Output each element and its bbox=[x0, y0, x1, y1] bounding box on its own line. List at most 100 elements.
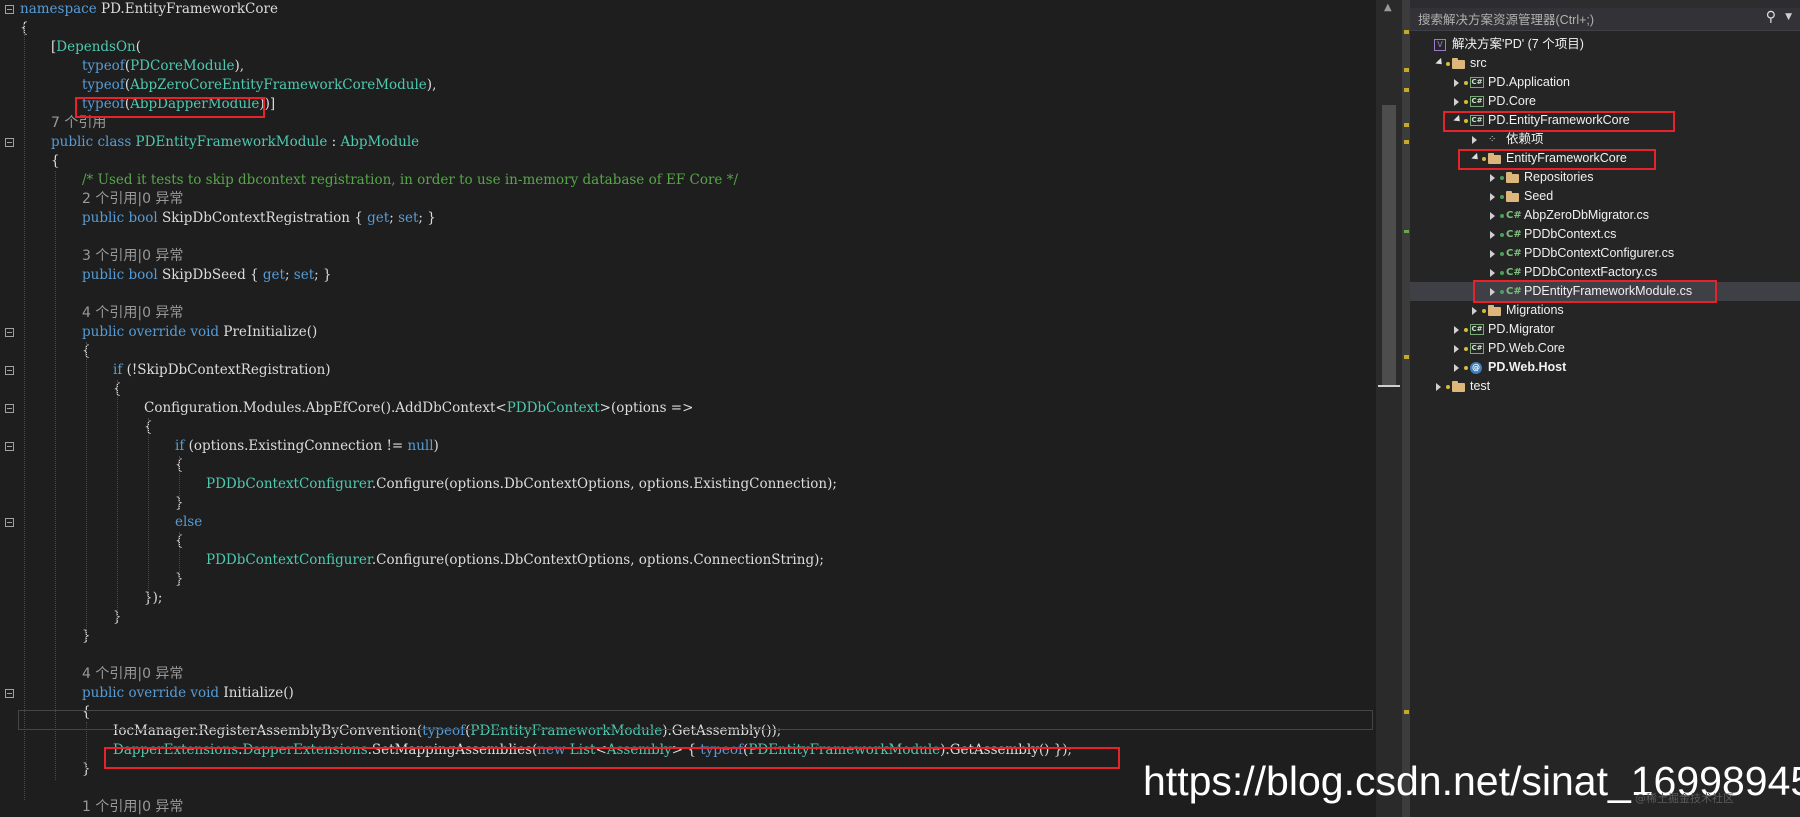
status-dot-icon bbox=[1500, 271, 1504, 275]
csharp-file-icon: C# bbox=[1506, 229, 1522, 240]
tree-item-file[interactable]: C# PDDbContextConfigurer.cs bbox=[1410, 244, 1800, 263]
code-token: set bbox=[398, 210, 419, 226]
code-token: public bool bbox=[82, 267, 162, 283]
folder-icon bbox=[1506, 172, 1519, 183]
expand-arrow-icon[interactable] bbox=[1490, 231, 1495, 239]
expand-arrow-icon[interactable] bbox=[1454, 364, 1459, 372]
fold-icon[interactable] bbox=[5, 328, 14, 337]
code-token: PDDbContext bbox=[506, 400, 600, 416]
code-token: typeof bbox=[82, 58, 125, 74]
code-token: Configuration.Modules.AbpEfCore().AddDbC… bbox=[144, 400, 507, 416]
tree-item-file[interactable]: C# AbpZeroDbMigrator.cs bbox=[1410, 206, 1800, 225]
fold-icon[interactable] bbox=[5, 138, 14, 147]
tree-item-project[interactable]: @ PD.Web.Host bbox=[1410, 358, 1800, 377]
collapse-arrow-icon[interactable] bbox=[1435, 57, 1445, 68]
expand-arrow-icon[interactable] bbox=[1490, 269, 1495, 277]
indent-guide bbox=[24, 24, 25, 800]
status-dot-icon bbox=[1500, 233, 1504, 237]
code-token: ( bbox=[135, 39, 142, 55]
folder-icon bbox=[1488, 305, 1501, 316]
fold-icon[interactable] bbox=[5, 366, 14, 375]
expand-arrow-icon[interactable] bbox=[1454, 345, 1459, 353]
expand-arrow-icon[interactable] bbox=[1490, 212, 1495, 220]
fold-icon[interactable] bbox=[5, 5, 14, 14]
expand-arrow-icon[interactable] bbox=[1490, 250, 1495, 258]
fold-icon[interactable] bbox=[5, 404, 14, 413]
tree-item-label: Migrations bbox=[1506, 303, 1564, 317]
code-line: typeof(AbpZeroCoreEntityFrameworkCoreMod… bbox=[82, 76, 436, 95]
codelens-text[interactable]: 3 个引用|0 异常 bbox=[82, 248, 183, 264]
tree-item-label: PDDbContext.cs bbox=[1524, 227, 1617, 241]
vertical-scrollbar[interactable]: ▲ bbox=[1376, 0, 1402, 817]
scrollbar-thumb[interactable] bbox=[1382, 105, 1396, 385]
tree-item-folder[interactable]: test bbox=[1410, 377, 1800, 396]
codelens-line[interactable]: 4 个引用|0 异常 bbox=[82, 665, 183, 684]
codelens-line[interactable]: 1 个引用|0 异常 bbox=[82, 798, 183, 817]
code-token: ; bbox=[284, 267, 294, 283]
status-dot-icon bbox=[1500, 176, 1504, 180]
tree-item-project[interactable]: C# PD.Web.Core bbox=[1410, 339, 1800, 358]
tree-item-project[interactable]: C# PD.Application bbox=[1410, 73, 1800, 92]
scroll-up-icon[interactable]: ▲ bbox=[1384, 2, 1392, 13]
highlight-box-module-file bbox=[1473, 280, 1717, 303]
expand-arrow-icon[interactable] bbox=[1472, 307, 1477, 315]
status-dot-icon bbox=[1464, 81, 1468, 85]
code-token: namespace bbox=[20, 1, 97, 17]
tree-item-folder[interactable]: Seed bbox=[1410, 187, 1800, 206]
tree-item-dependencies[interactable]: ⁘ 依赖项 bbox=[1410, 130, 1800, 149]
expand-arrow-icon[interactable] bbox=[1454, 98, 1459, 106]
codelens-text[interactable]: 4 个引用|0 异常 bbox=[82, 305, 183, 321]
tree-item-folder[interactable]: Migrations bbox=[1410, 301, 1800, 320]
codelens-line[interactable]: 4 个引用|0 异常 bbox=[82, 304, 183, 323]
csharp-file-icon: C# bbox=[1506, 210, 1522, 221]
fold-icon[interactable] bbox=[5, 442, 14, 451]
solution-explorer-toolbar bbox=[1410, 0, 1800, 8]
expand-arrow-icon[interactable] bbox=[1454, 79, 1459, 87]
code-token: if bbox=[113, 362, 127, 378]
code-token: (options.ExistingConnection != bbox=[188, 438, 408, 454]
codelens-text[interactable]: 4 个引用|0 异常 bbox=[82, 666, 183, 682]
expand-arrow-icon[interactable] bbox=[1490, 193, 1495, 201]
status-dot-icon bbox=[1446, 385, 1450, 389]
code-token: AbpZeroCoreEntityFrameworkCoreModule bbox=[130, 77, 427, 93]
tree-item-folder[interactable]: src bbox=[1410, 54, 1800, 73]
tree-item-solution[interactable]: V 解决方案'PD' (7 个项目) bbox=[1410, 35, 1800, 54]
tree-item-label: PD.Core bbox=[1488, 94, 1536, 108]
codelens-line[interactable]: 3 个引用|0 异常 bbox=[82, 247, 183, 266]
codelens-line[interactable]: 2 个引用|0 异常 bbox=[82, 190, 183, 209]
tree-item-file[interactable]: C# PDDbContext.cs bbox=[1410, 225, 1800, 244]
code-token: SkipDbContextRegistration { bbox=[161, 210, 368, 226]
code-line: public bool SkipDbContextRegistration { … bbox=[82, 209, 436, 228]
code-token: ), bbox=[426, 77, 437, 93]
fold-icon[interactable] bbox=[5, 689, 14, 698]
tree-item-folder[interactable]: Repositories bbox=[1410, 168, 1800, 187]
code-token: >(options => bbox=[599, 400, 694, 416]
code-token: ) bbox=[433, 438, 439, 454]
code-token: DependsOn bbox=[56, 39, 136, 55]
code-token: if bbox=[175, 438, 189, 454]
highlight-box-abpdappermodule bbox=[75, 97, 265, 118]
expand-arrow-icon[interactable] bbox=[1472, 136, 1477, 144]
search-icon[interactable]: ⚲ bbox=[1766, 9, 1776, 25]
code-token: get bbox=[262, 267, 285, 283]
tree-item-project[interactable]: C# PD.Migrator bbox=[1410, 320, 1800, 339]
scroll-position-marker bbox=[1378, 385, 1400, 387]
code-line: { bbox=[51, 152, 60, 171]
solution-search-input[interactable] bbox=[1416, 10, 1760, 30]
expand-arrow-icon[interactable] bbox=[1436, 383, 1441, 391]
csharp-project-icon: C# bbox=[1470, 324, 1484, 335]
fold-icon[interactable] bbox=[5, 518, 14, 527]
expand-arrow-icon[interactable] bbox=[1454, 326, 1459, 334]
expand-arrow-icon[interactable] bbox=[1490, 174, 1495, 182]
chevron-down-icon[interactable]: ▼ bbox=[1785, 12, 1792, 22]
tree-item-label: 依赖项 bbox=[1506, 132, 1544, 146]
code-token: PreInitialize() bbox=[223, 324, 318, 340]
codelens-text[interactable]: 1 个引用|0 异常 bbox=[82, 799, 183, 815]
code-token: (!SkipDbContextRegistration) bbox=[126, 362, 331, 378]
code-line: typeof(PDCoreModule), bbox=[82, 57, 244, 76]
code-token: public override void bbox=[82, 685, 224, 701]
tree-item-label: 解决方案'PD' (7 个项目) bbox=[1452, 37, 1584, 51]
code-editor[interactable]: namespace PD.EntityFrameworkCore {[Depend… bbox=[0, 0, 1376, 817]
tree-item-project[interactable]: C# PD.Core bbox=[1410, 92, 1800, 111]
codelens-text[interactable]: 2 个引用|0 异常 bbox=[82, 191, 183, 207]
